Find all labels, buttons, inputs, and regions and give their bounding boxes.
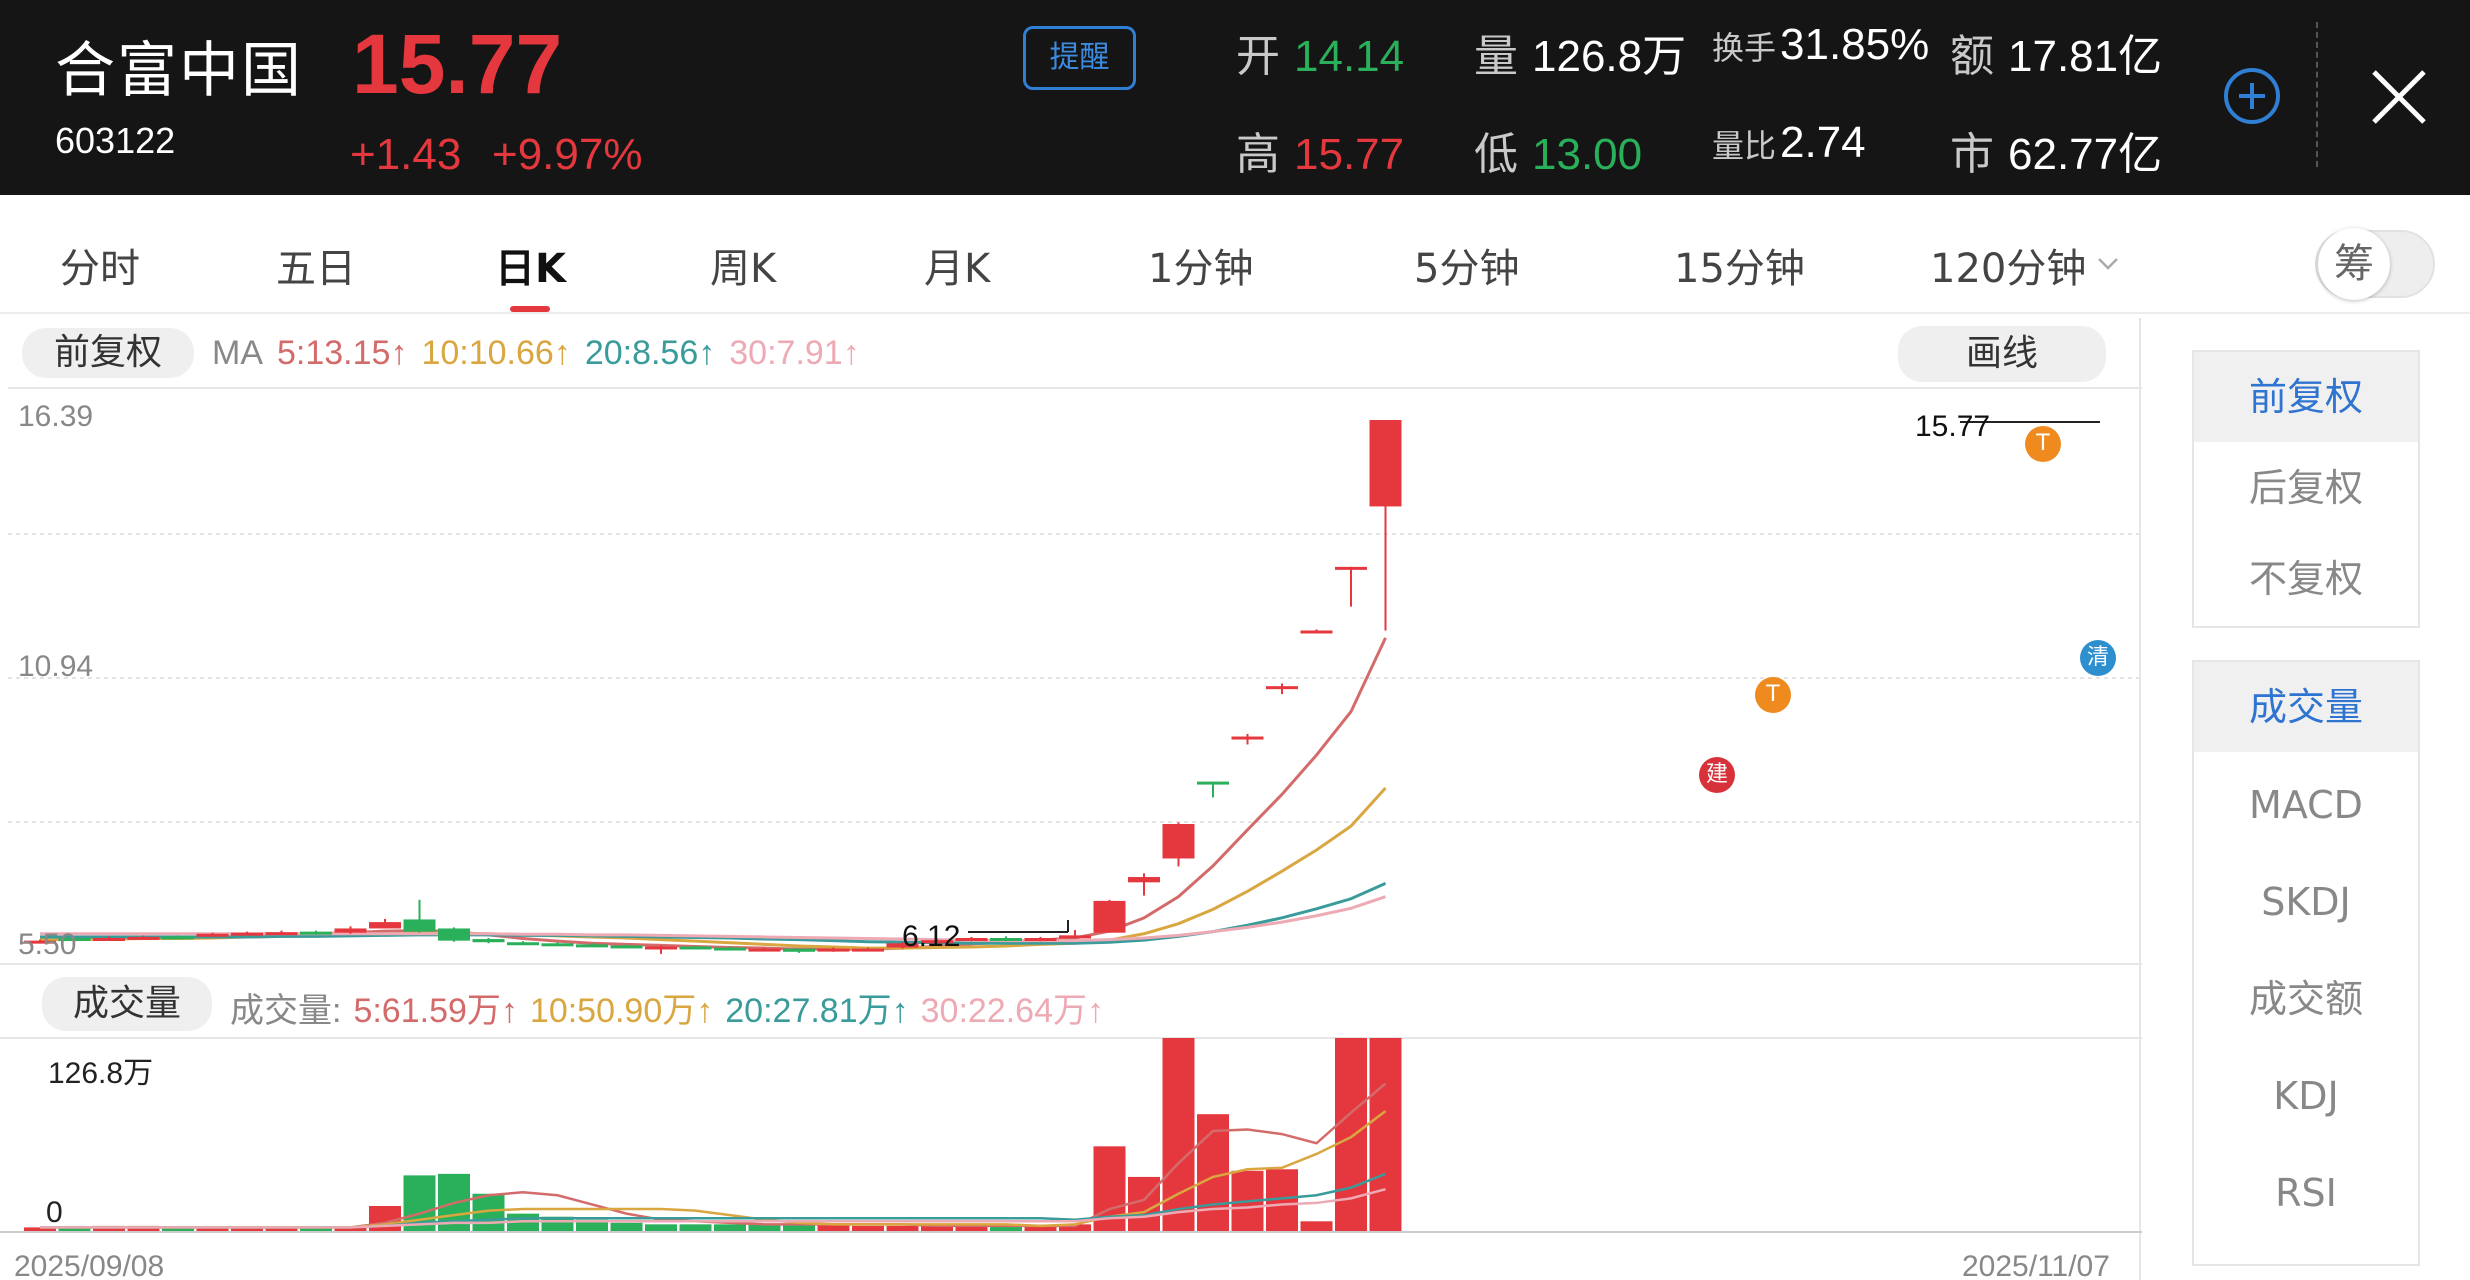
volume-bar bbox=[714, 1224, 746, 1232]
indicator-macd[interactable]: MACD bbox=[2194, 760, 2418, 850]
indicator-panel: 成交量 MACD SKDJ 成交额 KDJ RSI bbox=[2192, 660, 2420, 1266]
ma10-line bbox=[40, 786, 1387, 950]
volume-bar bbox=[610, 1222, 643, 1232]
candle-body bbox=[610, 945, 643, 949]
indicator-kdj[interactable]: KDJ bbox=[2194, 1051, 2418, 1141]
close-icon[interactable] bbox=[2370, 68, 2428, 126]
candle-body bbox=[541, 943, 574, 947]
candle-body bbox=[162, 936, 194, 940]
indicator-rsi[interactable]: RSI bbox=[2194, 1148, 2418, 1238]
candle-body bbox=[1162, 824, 1195, 859]
volume-bar bbox=[679, 1224, 712, 1232]
ma5-line bbox=[40, 637, 1387, 951]
price-axis-top: 16.39 bbox=[18, 400, 94, 433]
indicator-turnover-amount[interactable]: 成交额 bbox=[2194, 954, 2418, 1044]
stock-detail-screen: 合富中国 603122 15.77 +1.43 +9.97% 提醒 开 14.14… bbox=[0, 0, 2470, 1280]
candle-body bbox=[231, 932, 263, 936]
candle-body bbox=[1128, 877, 1160, 883]
candle-body bbox=[507, 942, 539, 946]
candle-body bbox=[1369, 420, 1402, 507]
candle-body bbox=[1059, 935, 1091, 939]
price-axis-bottom: 5.50 bbox=[18, 928, 77, 961]
volume-bar bbox=[1300, 1221, 1333, 1232]
add-watchlist-icon[interactable] bbox=[2222, 66, 2282, 126]
candle-body bbox=[645, 946, 677, 950]
candle-body bbox=[265, 932, 298, 936]
candle-body bbox=[783, 948, 815, 952]
candle-body bbox=[403, 919, 436, 932]
candle-body bbox=[576, 944, 608, 948]
candle-body bbox=[334, 928, 367, 933]
candle-body bbox=[472, 939, 505, 943]
indicator-skdj[interactable]: SKDJ bbox=[2194, 857, 2418, 947]
candle-body bbox=[127, 936, 160, 940]
candle-body bbox=[369, 922, 401, 929]
indicator-volume[interactable]: 成交量 bbox=[2194, 662, 2418, 752]
candle-body bbox=[714, 947, 746, 951]
candle-body bbox=[1093, 900, 1126, 933]
date-start: 2025/09/08 bbox=[14, 1250, 165, 1280]
volume-bar bbox=[645, 1224, 677, 1232]
candle-body bbox=[990, 938, 1022, 941]
candle-body bbox=[679, 946, 712, 950]
t-trade-marker[interactable]: T bbox=[2025, 426, 2061, 462]
candle-body bbox=[1024, 938, 1057, 941]
low-price-marker: 6.12 bbox=[902, 920, 961, 953]
adjust-panel: 前复权 后复权 不复权 bbox=[2192, 350, 2420, 628]
candle-body bbox=[817, 948, 850, 952]
clear-position-marker[interactable]: 清 bbox=[2080, 640, 2116, 676]
candle-body bbox=[1231, 736, 1264, 740]
candle-body bbox=[93, 938, 125, 941]
candle-body bbox=[852, 948, 884, 952]
price-axis-mid: 10.94 bbox=[18, 650, 94, 683]
header-divider bbox=[2316, 22, 2318, 167]
candle-body bbox=[1335, 566, 1367, 570]
volume-axis-zero: 0 bbox=[46, 1196, 63, 1229]
adjust-backward-option[interactable]: 后复权 bbox=[2194, 443, 2418, 533]
candle-body bbox=[438, 928, 470, 941]
candle-body bbox=[300, 931, 332, 935]
t-trade-marker[interactable]: T bbox=[1755, 677, 1791, 713]
high-price-marker: 15.77 bbox=[1915, 410, 1991, 443]
volume-axis-top: 126.8万 bbox=[48, 1057, 154, 1090]
volume-bar bbox=[1128, 1176, 1160, 1232]
chip-toggle-knob[interactable]: 筹 bbox=[2318, 228, 2390, 300]
volume-bar bbox=[1162, 1038, 1195, 1232]
volume-bar bbox=[1369, 1038, 1402, 1232]
candle-body bbox=[1300, 630, 1333, 634]
volume-bar bbox=[1266, 1169, 1298, 1232]
candle-body bbox=[1266, 686, 1298, 690]
volume-bar bbox=[1335, 1038, 1367, 1232]
candle-body bbox=[748, 948, 781, 952]
adjust-forward-option[interactable]: 前复权 bbox=[2194, 352, 2418, 442]
adjust-none-option[interactable]: 不复权 bbox=[2194, 534, 2418, 624]
build-position-marker[interactable]: 建 bbox=[1699, 757, 1735, 793]
candle-body bbox=[1197, 781, 1229, 785]
date-end: 2025/11/07 bbox=[1962, 1250, 2110, 1280]
candle-body bbox=[196, 933, 229, 937]
kline-chart[interactable] bbox=[0, 0, 2142, 1280]
